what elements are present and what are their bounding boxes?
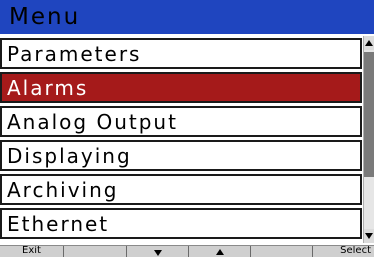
softkey-2[interactable]	[64, 246, 127, 257]
scroll-up-button[interactable]	[364, 36, 374, 50]
scroll-down-arrow-icon	[365, 233, 373, 239]
exit-softkey-label: Exit	[22, 246, 41, 256]
title-bar: Menu	[0, 0, 374, 34]
device-screen: Menu Parameters Alarms Analog Output Dis…	[0, 0, 374, 257]
up-softkey[interactable]	[189, 246, 251, 257]
scroll-down-button[interactable]	[364, 229, 374, 243]
scrollbar[interactable]	[363, 36, 374, 243]
menu-item-analog-output[interactable]: Analog Output	[0, 106, 362, 137]
menu-item-ethernet[interactable]: Ethernet	[0, 208, 362, 239]
menu-item-label: Parameters	[7, 42, 142, 66]
select-softkey[interactable]: Select	[313, 246, 374, 257]
menu-item-displaying[interactable]: Displaying	[0, 140, 362, 171]
page-title: Menu	[9, 4, 81, 30]
scroll-thumb[interactable]	[364, 52, 374, 177]
down-softkey[interactable]	[127, 246, 189, 257]
menu-item-label: Displaying	[7, 144, 132, 168]
up-arrow-icon	[215, 249, 224, 255]
exit-softkey[interactable]: Exit	[0, 246, 64, 257]
select-softkey-label: Select	[340, 246, 371, 256]
menu-item-label: Archiving	[7, 178, 119, 202]
softkey-5[interactable]	[251, 246, 313, 257]
softkey-bar: Exit Select	[0, 245, 374, 257]
menu-item-label: Analog Output	[7, 110, 178, 134]
down-arrow-icon	[153, 250, 162, 256]
menu-item-archiving[interactable]: Archiving	[0, 174, 362, 205]
menu-item-label: Ethernet	[7, 212, 110, 236]
scroll-up-arrow-icon	[365, 40, 373, 46]
menu-list: Parameters Alarms Analog Output Displayi…	[0, 38, 362, 242]
menu-item-label: Alarms	[7, 76, 89, 100]
menu-item-parameters[interactable]: Parameters	[0, 38, 362, 69]
menu-item-alarms[interactable]: Alarms	[0, 72, 362, 103]
